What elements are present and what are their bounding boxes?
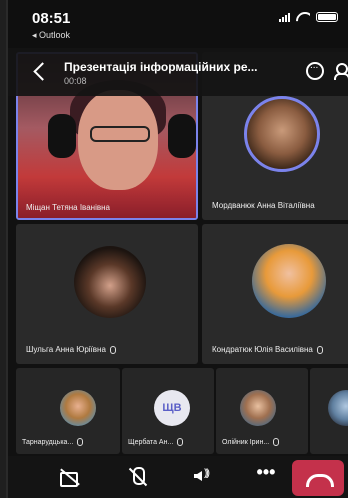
camera-off-icon[interactable]	[58, 464, 86, 490]
participant-tile-small[interactable]	[310, 368, 348, 454]
avatar	[244, 96, 320, 172]
participant-name: Кондратюк Юлія Василівна	[212, 345, 323, 354]
call-controls: •••	[8, 456, 348, 498]
teams-call-screen: 08:51 ◂ Outlook Презентація інформаційни…	[6, 0, 348, 498]
muted-mic-icon	[177, 438, 184, 446]
participant-name: Олійник Ірин...	[222, 438, 280, 446]
muted-mic-icon	[316, 345, 323, 354]
speaker-name: Міщан Тетяна Іванівна	[26, 203, 110, 212]
participant-name: Мордванюк Анна Віталіївна	[212, 201, 315, 210]
avatar	[240, 390, 276, 426]
wifi-icon	[296, 12, 310, 22]
signal-icon	[279, 12, 290, 22]
participant-name-text: Шульга Анна Юріївна	[26, 345, 106, 354]
participant-tile-small[interactable]: Тарнарудцька...	[16, 368, 120, 454]
initials-avatar: ЩВ	[154, 390, 190, 426]
back-to-app-link[interactable]: ◂ Outlook	[32, 30, 70, 41]
meeting-timer: 00:08	[64, 76, 87, 86]
participant-name-text: Щербата Ан...	[128, 438, 174, 446]
status-icons	[279, 12, 338, 22]
meeting-title: Презентація інформаційних ре...	[64, 60, 258, 74]
more-options-button[interactable]: •••	[252, 463, 280, 490]
muted-mic-icon	[273, 438, 280, 446]
hang-up-button[interactable]	[292, 460, 344, 496]
avatar	[252, 244, 326, 318]
participant-name-text: Олійник Ірин...	[222, 438, 270, 446]
chat-icon[interactable]	[306, 60, 324, 80]
participant-name: Міщан Тетяна Іванівна	[26, 203, 110, 212]
participant-tile-small[interactable]: Олійник Ірин...	[216, 368, 308, 454]
participant-name-text: Мордванюк Анна Віталіївна	[212, 201, 315, 210]
muted-mic-icon	[109, 345, 116, 354]
participant-name-text: Кондратюк Юлія Василівна	[212, 345, 313, 354]
speaker-glasses	[90, 126, 150, 142]
back-button[interactable]	[30, 60, 52, 84]
clock: 08:51	[32, 10, 71, 27]
meeting-header: Презентація інформаційних ре... 00:08	[8, 48, 348, 96]
participant-tile[interactable]: Кондратюк Юлія Василівна	[202, 224, 348, 364]
battery-icon	[316, 12, 338, 22]
headset-right	[168, 114, 196, 158]
muted-mic-icon	[77, 438, 84, 446]
avatar	[74, 246, 146, 318]
speaker-icon[interactable]	[190, 464, 218, 490]
participant-name: Тарнарудцька...	[22, 438, 84, 446]
avatar	[60, 390, 96, 426]
mic-off-icon[interactable]	[124, 464, 152, 490]
participant-tile-small[interactable]: ЩВ Щербата Ан...	[122, 368, 214, 454]
participant-name-text: Тарнарудцька...	[22, 438, 74, 446]
headset-left	[48, 114, 76, 158]
participants-icon[interactable]	[334, 62, 348, 80]
participant-tile[interactable]: Шульга Анна Юріївна	[16, 224, 198, 364]
status-bar: 08:51 ◂ Outlook	[8, 0, 348, 48]
avatar	[328, 390, 348, 426]
participant-name: Щербата Ан...	[128, 438, 184, 446]
participant-name: Шульга Анна Юріївна	[26, 345, 116, 354]
